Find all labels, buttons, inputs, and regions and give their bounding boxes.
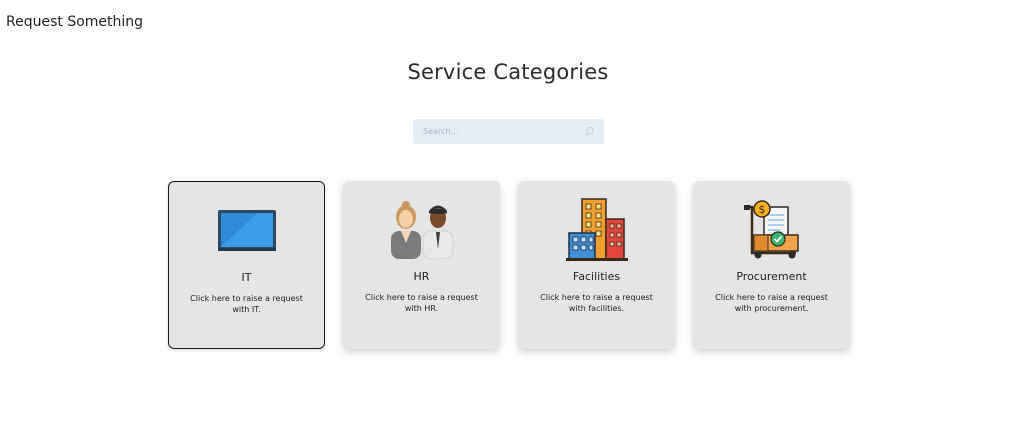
category-card-it[interactable]: IT Click here to raise a request with IT…	[168, 181, 325, 349]
search-box[interactable]	[413, 119, 604, 144]
category-name: Procurement	[736, 270, 807, 283]
svg-text:$: $	[758, 203, 765, 216]
category-name: Facilities	[572, 270, 621, 283]
category-name: IT	[241, 271, 252, 284]
buildings-icon	[518, 197, 675, 261]
category-card-hr[interactable]: HR Click here to raise a request with HR…	[343, 181, 500, 349]
page-title: Service Categories	[407, 60, 609, 84]
category-description: Click here to raise a request with IT.	[190, 294, 303, 314]
service-categories: IT Click here to raise a request with IT…	[168, 181, 850, 349]
delivery-trolley-icon: $	[693, 197, 850, 261]
category-card-procurement[interactable]: $ Procurement Click here to raise a requ…	[693, 181, 850, 349]
category-card-facilities[interactable]: Facilities Click here to raise a request…	[518, 181, 675, 349]
search-input[interactable]	[413, 119, 604, 144]
people-icon	[343, 197, 500, 261]
category-name: HR	[413, 270, 430, 283]
search-icon[interactable]	[584, 126, 595, 137]
laptop-icon	[169, 198, 324, 262]
category-description: Click here to raise a request with HR.	[365, 293, 478, 313]
app-title: Request Something	[6, 14, 144, 30]
category-description: Click here to raise a request with facil…	[540, 293, 653, 313]
category-description: Click here to raise a request with procu…	[715, 293, 828, 313]
